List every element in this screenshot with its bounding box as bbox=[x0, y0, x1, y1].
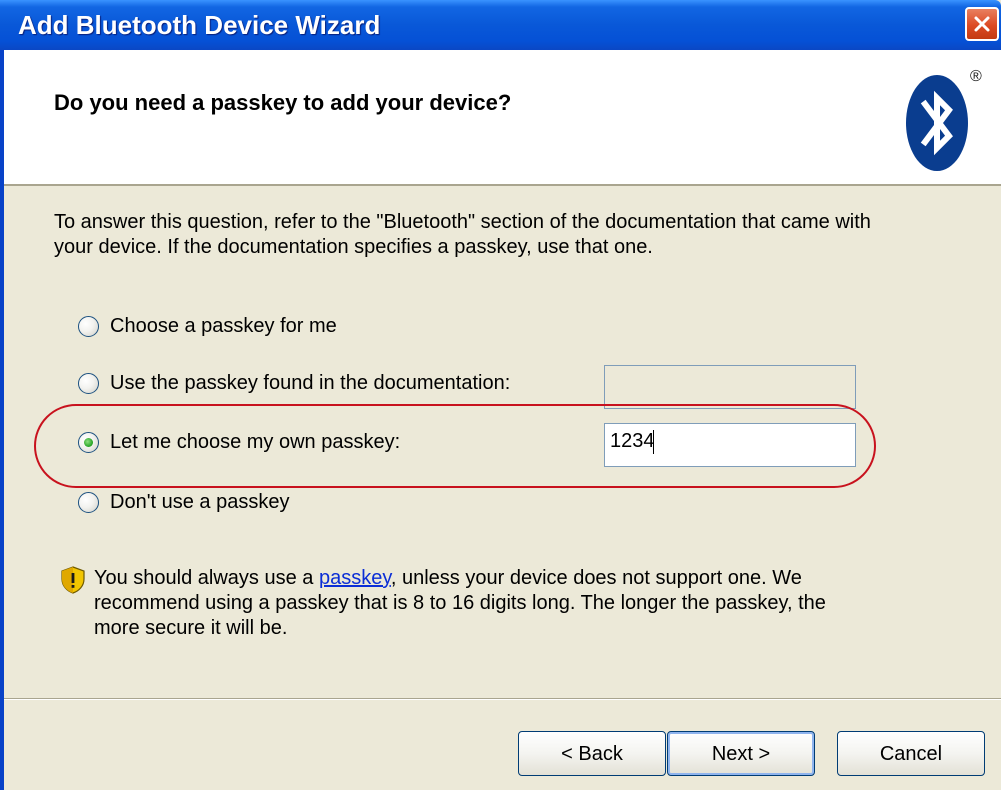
warning-line-2: recommend using a passkey that is 8 to 1… bbox=[94, 592, 826, 614]
close-icon bbox=[974, 16, 990, 32]
radio-button[interactable] bbox=[78, 316, 99, 337]
highlight-annotation-oval bbox=[34, 404, 876, 488]
warning-prefix: You should always use a bbox=[94, 567, 319, 589]
next-button[interactable]: Next > bbox=[667, 731, 815, 776]
option-label[interactable]: Choose a passkey for me bbox=[110, 315, 337, 338]
radio-button[interactable] bbox=[78, 492, 99, 513]
window-title: Add Bluetooth Device Wizard bbox=[18, 10, 381, 40]
option-label[interactable]: Use the passkey found in the documentati… bbox=[110, 372, 510, 395]
intro-line-2: your device. If the documentation specif… bbox=[54, 236, 653, 258]
warning-line-3: more secure it will be. bbox=[94, 617, 288, 639]
passkey-recommendation: You should always use a passkey, unless … bbox=[94, 566, 894, 641]
page-title: Do you need a passkey to add your device… bbox=[54, 90, 512, 115]
title-bar[interactable]: Add Bluetooth Device Wizard bbox=[0, 0, 1001, 50]
wizard-header: Do you need a passkey to add your device… bbox=[4, 50, 1001, 186]
close-button[interactable] bbox=[965, 7, 999, 41]
security-shield-icon bbox=[61, 566, 85, 594]
radio-button[interactable] bbox=[78, 373, 99, 394]
passkey-link[interactable]: passkey bbox=[319, 567, 391, 589]
cancel-button[interactable]: Cancel bbox=[837, 731, 985, 776]
intro-text: To answer this question, refer to the "B… bbox=[54, 210, 954, 260]
wizard-window: Add Bluetooth Device Wizard Do you need … bbox=[0, 0, 1001, 790]
bluetooth-logo-icon bbox=[906, 75, 968, 171]
documentation-passkey-field bbox=[604, 365, 856, 409]
intro-line-1: To answer this question, refer to the "B… bbox=[54, 211, 871, 233]
back-button[interactable]: < Back bbox=[518, 731, 666, 776]
warning-line-1-rest: , unless your device does not support on… bbox=[390, 567, 802, 589]
warning-line-1: You should always use a passkey, unless … bbox=[94, 566, 894, 591]
registered-mark: ® bbox=[970, 68, 982, 85]
option-label[interactable]: Don't use a passkey bbox=[110, 491, 289, 514]
footer-separator bbox=[4, 698, 1001, 700]
